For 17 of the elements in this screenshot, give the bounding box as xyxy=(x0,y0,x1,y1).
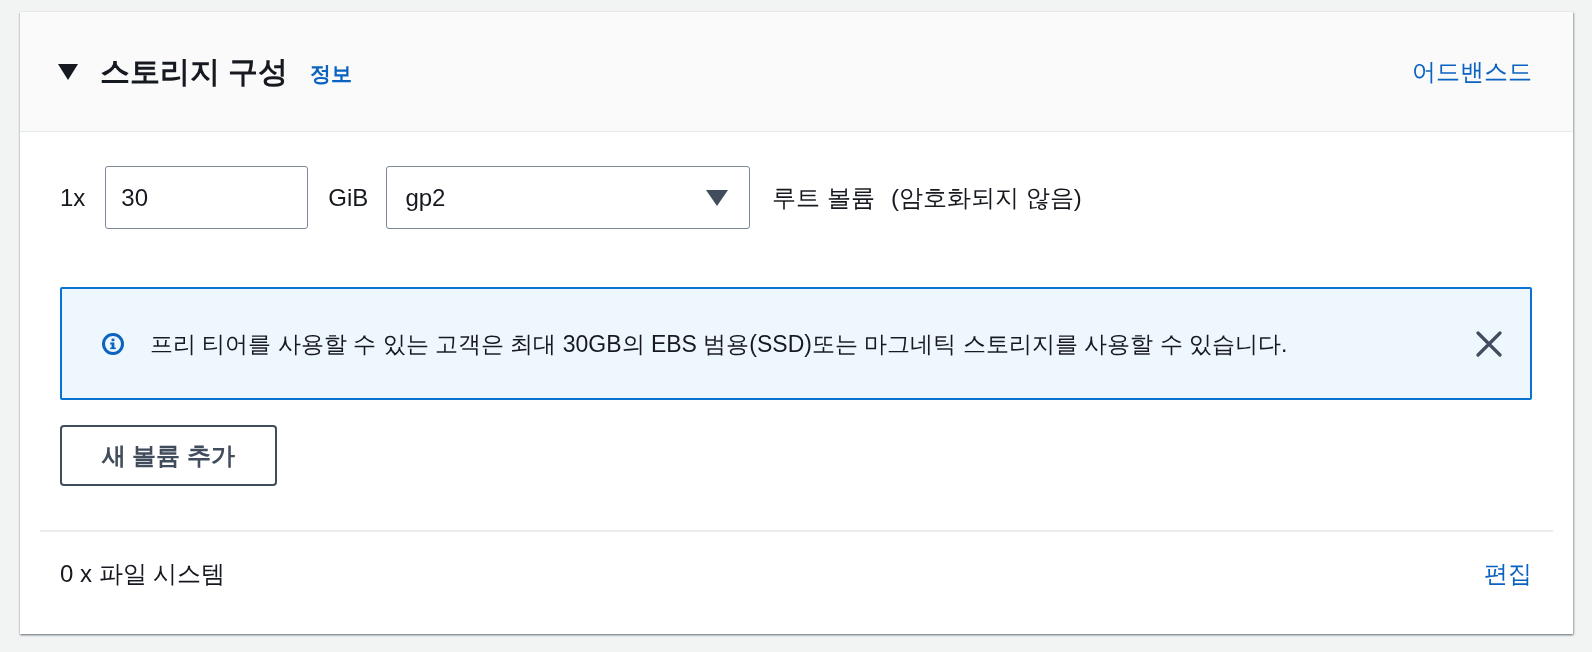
caret-icon[interactable] xyxy=(58,63,78,80)
advanced-link[interactable]: 어드밴스드 xyxy=(1412,55,1532,88)
volume-label: 루트 볼륨 xyxy=(772,182,876,213)
info-link[interactable]: 정보 xyxy=(310,59,353,88)
file-systems-summary: 0 x 파일 시스템 xyxy=(60,559,226,589)
volume-count: 1x xyxy=(60,182,86,213)
volume-size-input[interactable]: 30 xyxy=(105,166,309,229)
caret-icon xyxy=(706,189,729,206)
alert-message: 프리 티어를 사용할 수 있는 고객은 최대 30GB의 EBS 범용(SSD)또는 마그네틱 스토리지를 사용할 수 있습니다. xyxy=(150,329,1288,359)
size-unit: GiB xyxy=(328,182,369,213)
info-icon xyxy=(102,332,124,355)
edit-link[interactable]: 편집 xyxy=(1484,558,1532,590)
volume-type-select[interactable]: gp2 xyxy=(386,166,751,229)
close-icon[interactable] xyxy=(1476,330,1502,357)
add-volume-button[interactable]: 새 볼륨 추가 xyxy=(60,425,277,486)
encryption-status: (암호화되지 않음) xyxy=(891,182,1082,213)
section-title: 스토리지 구성 xyxy=(100,53,289,90)
